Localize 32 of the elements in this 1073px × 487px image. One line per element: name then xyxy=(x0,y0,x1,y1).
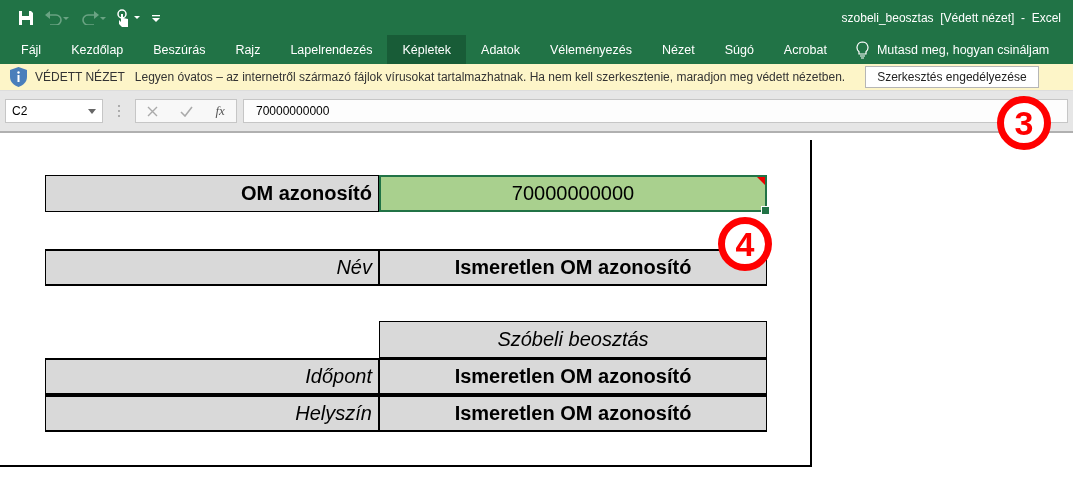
ribbon-tab[interactable]: Nézet xyxy=(647,35,710,64)
message-title: VÉDETT NÉZET xyxy=(35,70,125,84)
save-icon[interactable] xyxy=(18,9,34,26)
ribbon-tab[interactable]: Adatok xyxy=(466,35,535,64)
ribbon-tab[interactable]: Képletek xyxy=(387,35,467,64)
shield-info-icon xyxy=(10,67,27,87)
ribbon-tab[interactable]: Lapelrendezés xyxy=(275,35,388,64)
value-cell: Ismeretlen OM azonosító xyxy=(379,358,767,395)
ribbon-tab[interactable]: Fájl xyxy=(6,35,57,64)
ribbon-tab[interactable]: Beszúrás xyxy=(138,35,221,64)
ribbon-tab[interactable]: Acrobat xyxy=(768,35,842,64)
window-title: szobeli_beosztas [Védett nézet] - Excel xyxy=(841,10,1061,25)
label-cell: Időpont xyxy=(45,358,379,395)
label-cell: Név xyxy=(45,249,379,286)
label-cell: OM azonosító xyxy=(45,175,379,212)
label-cell: Helyszín xyxy=(45,395,379,432)
customize-icon[interactable] xyxy=(152,12,160,23)
header-cell: Szóbeli beosztás xyxy=(379,321,767,358)
fill-handle[interactable] xyxy=(761,206,770,215)
ribbon-tab[interactable]: Rajz xyxy=(220,35,276,64)
ribbon-tab[interactable]: Véleményezés xyxy=(535,35,647,64)
touch-icon[interactable] xyxy=(116,8,142,27)
enable-editing-button[interactable]: Szerkesztés engedélyezése xyxy=(865,66,1039,88)
insert-function-icon[interactable]: fx xyxy=(215,103,225,119)
message-text: Legyen óvatos – az internetről származó fájlok vírusokat tartalmazhatnak. Ha nem kell szerkesztenie, maradjon meg védett nézetben. xyxy=(134,70,846,84)
ribbon-tab[interactable]: Kezdőlap xyxy=(56,35,139,64)
ribbon-tab[interactable]: Súgó xyxy=(709,35,769,64)
value-cell: Ismeretlen OM azonosító xyxy=(379,395,767,432)
tell-me-search[interactable]: Mutasd meg, hogyan csináljam xyxy=(876,42,1050,57)
input-cell[interactable]: 70000000000 xyxy=(379,175,767,212)
name-box[interactable]: C2 xyxy=(5,99,103,123)
lightbulb-icon xyxy=(855,40,869,59)
